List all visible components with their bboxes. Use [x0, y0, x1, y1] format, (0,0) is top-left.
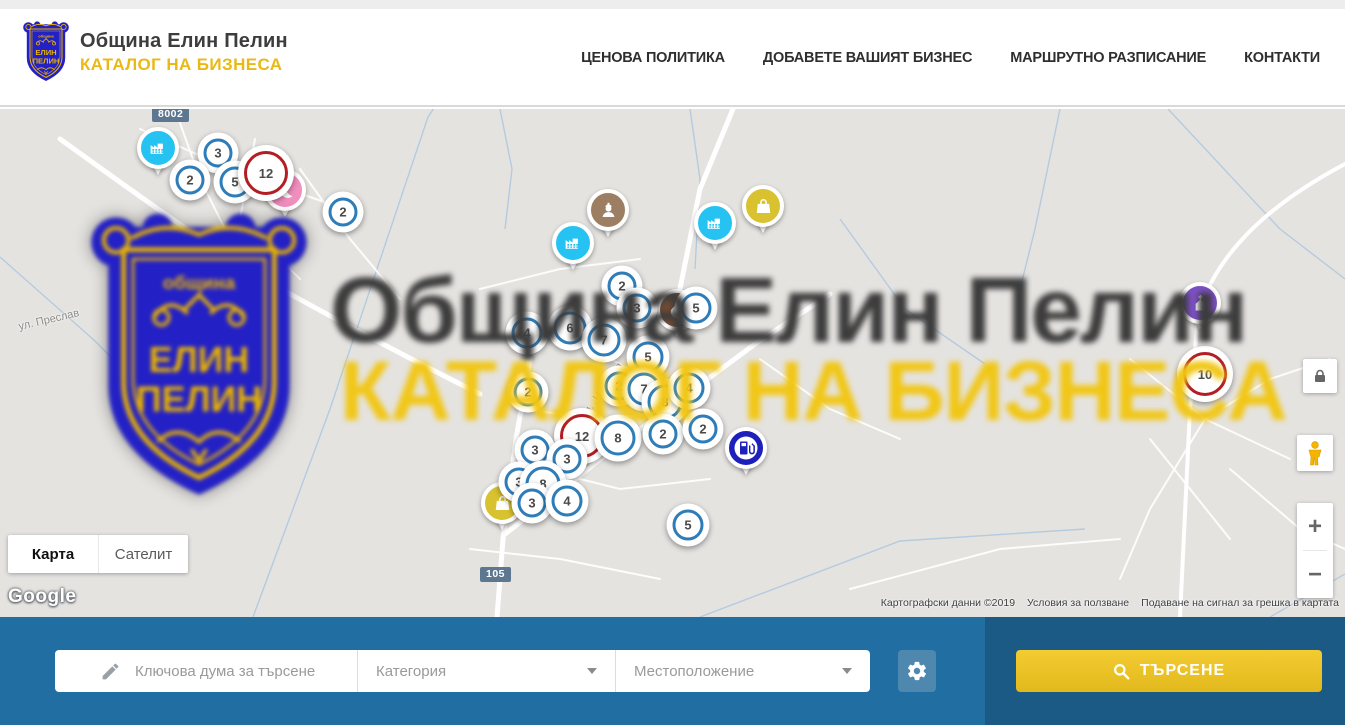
search-button[interactable]: ТЪРСЕНЕ [1016, 650, 1322, 692]
road-badge: 105 [480, 567, 511, 582]
cluster-count: 2 [689, 415, 718, 444]
cluster-marker[interactable]: 4 [668, 367, 711, 410]
site-title: Община Елин Пелин [80, 30, 288, 53]
church-icon [1179, 282, 1221, 324]
cluster-count: 2 [176, 166, 205, 195]
site-header: община ЕЛИН ПЕЛИН Община Елин Пелин КАТА… [0, 9, 1345, 107]
cluster-marker[interactable]: 8 [595, 415, 642, 462]
cluster-count: 8 [601, 421, 636, 456]
cluster-count: 2 [329, 198, 358, 227]
search-fields-group: Категория Местоположение [55, 650, 870, 692]
cluster-marker[interactable]: 7 [582, 318, 627, 363]
business-pin-church[interactable] [1177, 282, 1223, 340]
pegman-icon [1305, 440, 1325, 466]
gear-icon [906, 660, 928, 682]
chevron-down-icon [587, 668, 597, 674]
fuel-icon [725, 427, 767, 469]
cluster-count: 2 [514, 378, 543, 407]
cluster-marker[interactable]: 2 [323, 192, 364, 233]
svg-text:ЕЛИН: ЕЛИН [35, 48, 56, 57]
map-type-satellite-button[interactable]: Сателит [98, 535, 188, 573]
map-type-map-button[interactable]: Карта [8, 535, 98, 573]
lock-icon [1312, 368, 1328, 384]
cluster-marker[interactable]: 2 [170, 160, 211, 201]
google-logo[interactable]: Google [8, 586, 76, 608]
cluster-count: 4 [674, 373, 705, 404]
search-button-label: ТЪРСЕНЕ [1140, 662, 1225, 680]
chevron-down-icon [842, 668, 852, 674]
zoom-control: + − [1297, 503, 1333, 598]
location-select[interactable]: Местоположение [615, 650, 870, 692]
nav-link-add-business[interactable]: ДОБАВЕТЕ ВАШИЯТ БИЗНЕС [763, 50, 972, 66]
location-select-value: Местоположение [634, 663, 754, 680]
map-type-control: Карта Сателит [8, 535, 188, 573]
report-error-link[interactable]: Подаване на сигнал за грешка в картата [1141, 597, 1339, 609]
top-strip [0, 0, 1345, 9]
street-view-pegman-button[interactable] [1297, 435, 1333, 471]
cluster-marker[interactable]: 2 [643, 414, 684, 455]
factory-icon [137, 127, 179, 169]
pencil-icon [100, 661, 121, 682]
keyword-search-input[interactable] [135, 663, 350, 680]
zoom-in-button[interactable]: + [1297, 503, 1333, 550]
business-pin-fuel[interactable] [723, 427, 769, 485]
business-pin-factory[interactable] [692, 202, 738, 260]
business-pin-worker[interactable] [585, 189, 631, 247]
fullscreen-lock-button[interactable] [1303, 359, 1337, 393]
factory-icon [694, 202, 736, 244]
advanced-settings-button[interactable] [898, 650, 936, 692]
cluster-marker[interactable]: 3 [617, 288, 658, 329]
cluster-count: 10 [1183, 352, 1227, 396]
site-logo[interactable]: община ЕЛИН ПЕЛИН Община Елин Пелин КАТА… [22, 20, 288, 84]
map-attribution: Картографски данни ©2019 Условия за полз… [881, 597, 1339, 609]
nav-link-contacts[interactable]: КОНТАКТИ [1244, 50, 1320, 66]
cluster-count: 5 [673, 510, 704, 541]
municipality-crest-icon: община ЕЛИН ПЕЛИН [22, 20, 70, 84]
terms-link[interactable]: Условия за ползване [1027, 597, 1129, 609]
search-icon [1113, 663, 1130, 680]
category-select-value: Категория [376, 663, 446, 680]
nav-link-schedule[interactable]: МАРШРУТНО РАЗПИСАНИЕ [1010, 50, 1206, 66]
category-select[interactable]: Категория [357, 650, 615, 692]
cluster-count: 4 [512, 318, 543, 349]
keyword-field-wrap [55, 650, 357, 692]
attribution-copyright: Картографски данни ©2019 [881, 597, 1015, 609]
svg-text:ПЕЛИН: ПЕЛИН [33, 56, 60, 65]
cluster-marker[interactable]: 10 [1177, 346, 1233, 402]
cluster-marker[interactable]: 2 [508, 372, 549, 413]
cluster-count: 4 [552, 486, 583, 517]
cluster-marker[interactable]: 12 [238, 145, 294, 201]
svg-text:община: община [38, 33, 54, 38]
cluster-count: 5 [681, 293, 712, 324]
worker-icon [587, 189, 629, 231]
cluster-marker[interactable]: 5 [675, 287, 718, 330]
cluster-marker[interactable]: 5 [667, 504, 710, 547]
zoom-out-button[interactable]: − [1297, 551, 1333, 598]
cluster-count: 3 [623, 294, 652, 323]
bag-icon [742, 185, 784, 227]
cluster-count: 3 [518, 489, 547, 518]
cluster-marker[interactable]: 4 [546, 480, 589, 523]
business-pin-bag[interactable] [740, 185, 786, 243]
search-bar: Категория Местоположение ТЪРСЕНЕ [0, 617, 1345, 725]
cluster-marker[interactable]: 2 [683, 409, 724, 450]
cluster-marker[interactable]: 4 [506, 312, 549, 355]
main-nav: ЦЕНОВА ПОЛИТИКА ДОБАВЕТЕ ВАШИЯТ БИЗНЕС М… [581, 9, 1320, 107]
nav-link-pricing[interactable]: ЦЕНОВА ПОЛИТИКА [581, 50, 725, 66]
cluster-count: 7 [588, 324, 621, 357]
cluster-count: 2 [649, 420, 678, 449]
site-subtitle: КАТАЛОГ НА БИЗНЕСА [80, 55, 288, 75]
road-badge: 8002 [152, 109, 189, 122]
google-map[interactable]: 8002 105 ул. Преслав бул. „Новосел [0, 109, 1345, 617]
cluster-count: 12 [244, 151, 288, 195]
